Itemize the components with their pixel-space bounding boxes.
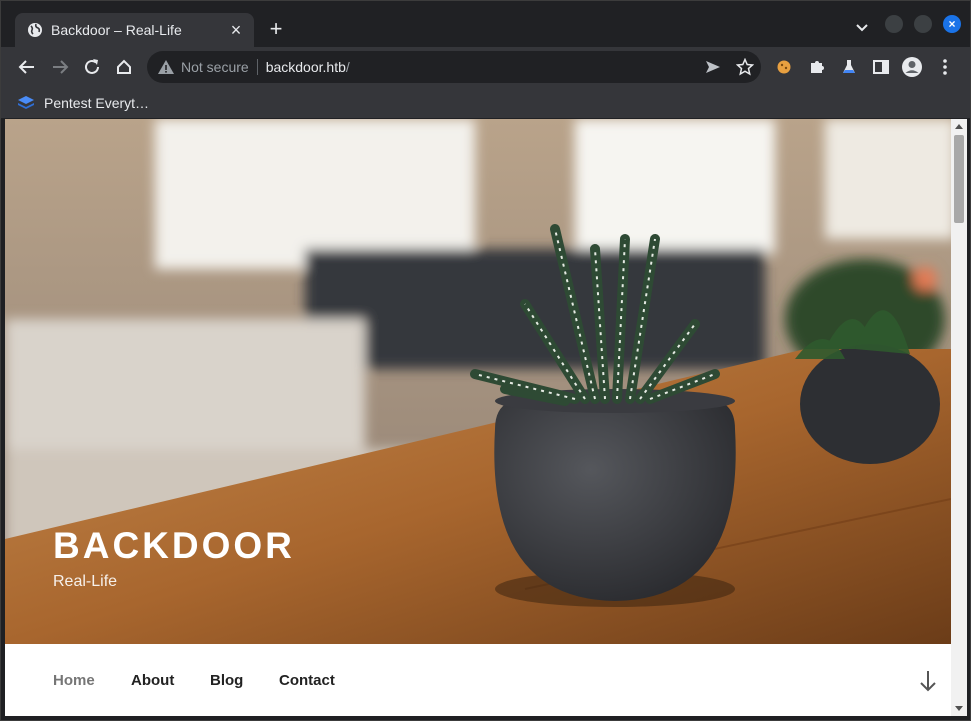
stack-icon (18, 96, 34, 109)
warning-icon[interactable] (157, 58, 175, 76)
nav-about-link[interactable]: About (131, 672, 174, 689)
site-title[interactable]: BACKDOOR (53, 525, 295, 567)
tab-close-icon[interactable]: × (228, 21, 244, 39)
maximize-button[interactable] (914, 15, 932, 33)
nav-contact-link[interactable]: Contact (279, 672, 335, 689)
page-scrollbar[interactable] (951, 119, 967, 716)
menu-kebab-icon[interactable] (933, 55, 957, 79)
header-image: BACKDOOR Real-Life (5, 119, 951, 644)
address-divider (256, 59, 258, 75)
globe-icon (28, 23, 42, 37)
extensions-puzzle-icon[interactable] (805, 55, 829, 79)
browser-tab[interactable]: Backdoor – Real-Life × (15, 13, 254, 47)
extension-cookie-icon[interactable] (772, 55, 796, 79)
new-tab-button[interactable]: + (263, 17, 289, 43)
profile-avatar-icon[interactable] (900, 55, 924, 79)
back-icon[interactable] (15, 55, 39, 79)
nav-blog-link[interactable]: Blog (210, 672, 243, 689)
scroll-down-icon[interactable] (955, 706, 963, 711)
address-bar[interactable]: Not secure backdoor.htb/ (147, 51, 761, 83)
tab-title: Backdoor – Real-Life (51, 22, 182, 38)
arrow-down-icon[interactable] (917, 668, 939, 694)
labs-flask-icon[interactable] (837, 55, 861, 79)
side-panel-icon[interactable] (869, 55, 893, 79)
close-window-button[interactable]: × (943, 15, 961, 33)
chevron-down-icon[interactable] (851, 17, 873, 39)
send-icon[interactable] (701, 55, 725, 79)
bookmark-label: Pentest Everyt… (44, 95, 150, 111)
page-viewport: BACKDOOR Real-Life Home About Blog Conta… (5, 119, 951, 716)
scroll-up-icon[interactable] (955, 124, 963, 129)
scrollbar-thumb[interactable] (954, 135, 964, 223)
url-host: backdoor.htb (265, 59, 346, 75)
nav-home-link[interactable]: Home (53, 672, 95, 689)
main-navigation: Home About Blog Contact (5, 644, 951, 716)
minimize-button[interactable] (885, 15, 903, 33)
security-label: Not secure (181, 59, 249, 75)
bookmark-star-icon[interactable] (733, 55, 757, 79)
reload-icon[interactable] (80, 55, 104, 79)
url-text: backdoor.htb/ (266, 59, 350, 75)
url-path: / (345, 59, 350, 75)
bookmarks-bar: Pentest Everyt… (1, 87, 970, 119)
site-description: Real-Life (53, 573, 118, 590)
tab-strip: Backdoor – Real-Life × + × (1, 1, 970, 47)
home-icon[interactable] (112, 55, 136, 79)
bookmark-item-pentest[interactable]: Pentest Everyt… (17, 92, 149, 114)
browser-toolbar: Not secure backdoor.htb/ (1, 47, 970, 87)
forward-icon[interactable] (48, 55, 72, 79)
